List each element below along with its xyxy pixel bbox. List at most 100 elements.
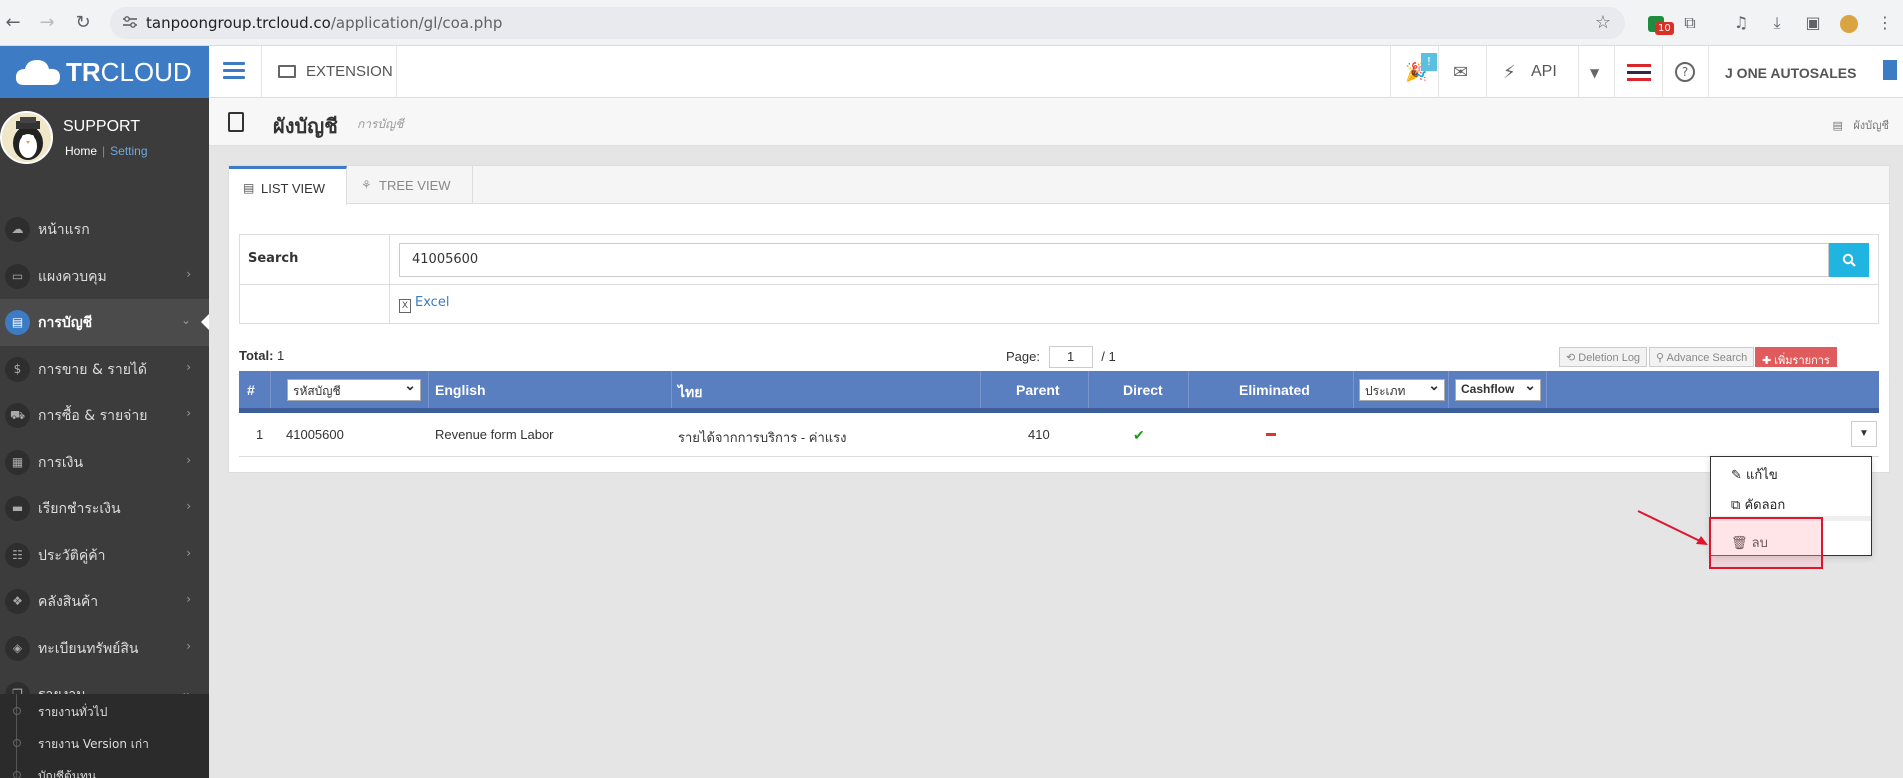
forward-icon[interactable]: → (34, 10, 60, 36)
breadcrumb[interactable]: ▤ ผังบัญชี (1832, 116, 1889, 134)
mail-button[interactable]: ✉ (1438, 46, 1486, 98)
col-cashflow: Cashflow (1449, 371, 1547, 408)
sidebar-item[interactable]: ▦ การเงิน › (0, 439, 209, 486)
search-input[interactable]: 41005600 (399, 243, 1829, 277)
help-button[interactable]: ? (1662, 46, 1708, 98)
sidebar-item[interactable]: ▭ แผงควบคุม › (0, 253, 209, 300)
logo[interactable]: TRCLOUD (0, 46, 209, 98)
deletion-log-label: Deletion Log (1578, 352, 1641, 364)
sidebar-item[interactable]: ⛟ การซื้อ & รายจ่าย › (0, 392, 209, 439)
sidebar-item[interactable]: ☁ หน้าแรก (0, 206, 209, 253)
more-dropdown[interactable]: ▼ (1578, 46, 1614, 98)
menu-toggle-icon[interactable] (223, 62, 245, 80)
sidepanel-icon[interactable]: ▣ (1800, 10, 1826, 36)
language-button[interactable] (1614, 46, 1662, 98)
export-label-cell (240, 285, 390, 323)
report-submenu: รายงานทั่วไป รายงาน Version เก่า บัญชีต้นท… (0, 694, 209, 778)
document-icon (228, 112, 244, 132)
excel-link[interactable]: X Excel (399, 295, 449, 313)
edit-menu-item[interactable]: ✎ แก้ไข (1731, 464, 1778, 485)
active-indicator (201, 314, 209, 330)
sidebar-subitem[interactable]: รายงานทั่วไป (0, 694, 209, 726)
cell-thai: รายได้จากการบริการ - ค่าแรง (678, 430, 847, 445)
col-num: # (239, 371, 271, 408)
breadcrumb-label: ผังบัญชี (1853, 119, 1889, 132)
bookmark-star-icon[interactable]: ☆ (1595, 12, 1611, 33)
delete-highlight-box (1709, 517, 1823, 569)
setting-link[interactable]: Setting (110, 144, 147, 158)
sidebar-item[interactable]: ▤ การบัญชี ⌄ (0, 299, 209, 346)
sidebar-item-label: การซื้อ & รายจ่าย (38, 408, 148, 424)
penguin-avatar-icon (2, 113, 51, 162)
back-icon[interactable]: ← (0, 10, 26, 36)
cashflow-select[interactable]: Cashflow (1455, 377, 1541, 401)
contact-icon: ☷ (5, 542, 30, 568)
cloud-icon: ☁ (5, 217, 30, 242)
company-button[interactable]: J ONE AUTOSALES (1708, 46, 1903, 98)
search-table: Search 41005600 X Excel (239, 234, 1879, 324)
page-total: / 1 (1101, 349, 1116, 364)
api-button[interactable]: ⚡ API (1486, 46, 1578, 98)
type-select[interactable]: ประเภท (1359, 377, 1445, 401)
sidebar-item[interactable]: $ การขาย & รายได้ › (0, 346, 209, 393)
profile-name: SUPPORT (63, 118, 141, 135)
tab-label: LIST VIEW (261, 181, 326, 196)
sidebar-menu: ☁ หน้าแรก ▭ แผงควบคุม › ▤ การบัญชี ⌄ $ การขาย & ร… (0, 206, 209, 718)
check-icon: ✔ (1133, 427, 1145, 443)
sidebar-subitem[interactable]: รายงาน Version เก่า (0, 726, 209, 758)
chevron-right-icon: › (186, 452, 191, 467)
sidebar-subitem[interactable]: บัญชีต้นทุน (0, 758, 209, 778)
copy-menu-item[interactable]: ⧉ คัดลอก (1731, 494, 1785, 515)
total-value: 1 (277, 348, 285, 363)
sidebar-item-label: การเงิน (38, 454, 84, 471)
col-direct: Direct (1089, 371, 1189, 408)
chevron-right-icon: › (186, 545, 191, 560)
sitemap-icon: ⚘ (361, 178, 372, 192)
cell-code: 41005600 (286, 427, 344, 442)
cart-icon: ⛟ (5, 403, 30, 428)
row-action-dropdown[interactable]: ▼ (1851, 421, 1877, 447)
company-label: J ONE AUTOSALES (1725, 65, 1857, 81)
tab-tree-view[interactable]: ⚘ TREE VIEW (347, 166, 473, 204)
notification-button[interactable]: 🎉 ! (1390, 46, 1438, 98)
download-icon[interactable]: ⤓ (1764, 10, 1790, 36)
col-type: ประเภท (1354, 371, 1449, 408)
book-icon: ▤ (5, 310, 30, 335)
table-row[interactable]: 1 41005600 Revenue form Labor รายได้จากก… (239, 413, 1879, 457)
top-header: EXTENSION 🎉 ! ✉ ⚡ API ▼ ? J ONE AUTOSALE… (209, 46, 1903, 98)
sidebar-item-label: เรียกชำระเงิน (38, 501, 121, 517)
profile-avatar-icon[interactable] (1836, 10, 1862, 36)
home-link[interactable]: Home (65, 144, 97, 158)
sidebar-item[interactable]: ☷ ประวัติคู่ค้า › (0, 532, 209, 579)
media-icon[interactable]: ♫ (1728, 10, 1754, 36)
browser-menu-icon[interactable]: ⋮ (1872, 10, 1898, 36)
extension-icon[interactable]: 10 (1643, 10, 1674, 36)
col-code: รหัสบัญชี (271, 371, 429, 408)
col-parent: Parent (981, 371, 1089, 408)
page-input[interactable]: 1 (1048, 346, 1093, 368)
site-settings-icon[interactable] (122, 15, 138, 29)
monitor-icon: ▭ (5, 263, 30, 289)
plug-icon: ⚡ (1503, 62, 1516, 83)
sidebar-item[interactable]: ◈ ทะเบียนทรัพย์สิน › (0, 625, 209, 672)
address-bar[interactable]: tanpoongroup.trcloud.co/application/gl/c… (110, 7, 1625, 39)
cell-english: Revenue form Labor (435, 427, 554, 442)
bullet-icon (13, 707, 21, 715)
sidebar-item-label: การขาย & รายได้ (38, 361, 148, 378)
advance-search-button[interactable]: ⚲ Advance Search (1649, 347, 1755, 367)
puzzle-icon[interactable]: ⧉ (1677, 10, 1703, 36)
page-subtitle: การบัญชี (357, 117, 404, 131)
separator: | (102, 144, 106, 158)
col-eliminated-label: Eliminated (1239, 382, 1310, 398)
deletion-log-button[interactable]: ⟲ Deletion Log (1559, 347, 1648, 367)
export-row: X Excel (240, 285, 1878, 323)
sidebar-item[interactable]: ❖ คลังสินค้า › (0, 578, 209, 625)
tab-list-view[interactable]: ▤ LIST VIEW (229, 166, 347, 205)
reload-icon[interactable]: ↻ (70, 10, 96, 36)
code-select[interactable]: รหัสบัญชี (287, 377, 421, 401)
sidebar-item[interactable]: ▬ เรียกชำระเงิน › (0, 485, 209, 532)
extension-button[interactable]: EXTENSION (261, 46, 397, 98)
add-item-button[interactable]: ✚ เพิ่มรายการ (1755, 347, 1837, 367)
avatar[interactable] (0, 111, 53, 164)
search-button[interactable] (1829, 243, 1869, 277)
